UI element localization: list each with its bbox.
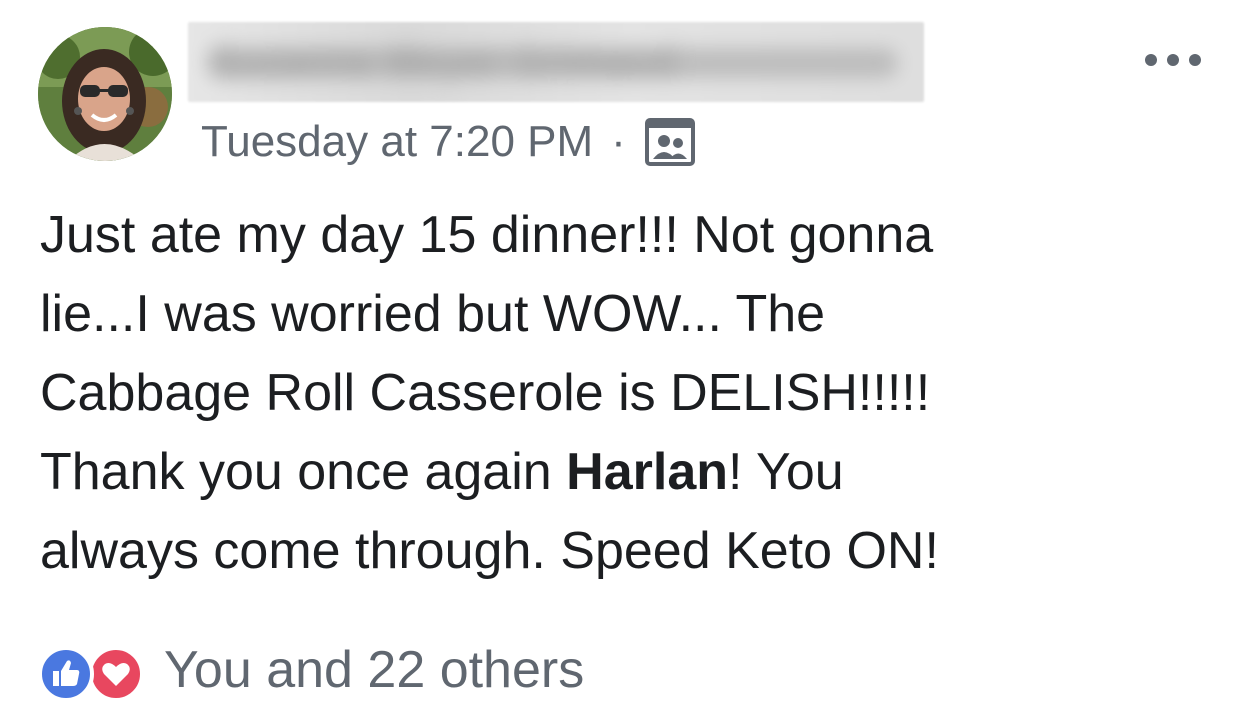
- more-options-icon: [1145, 54, 1157, 66]
- more-options-icon-dot: [1189, 54, 1201, 66]
- post-timestamp[interactable]: Tuesday at 7:20 PM: [201, 117, 593, 167]
- message-line: lie...I was worried but WOW... The: [40, 285, 826, 343]
- author-name-text: Suzanne Meyer Grimaud: [210, 40, 677, 84]
- author-avatar[interactable]: [38, 27, 172, 161]
- message-line: Cabbage Roll Casserole is DELISH!!!!!: [40, 364, 931, 422]
- message-text: ! You: [728, 443, 844, 501]
- avatar-photo: [38, 27, 172, 161]
- group-audience-icon[interactable]: [644, 117, 696, 167]
- meta-separator: ·: [611, 117, 626, 166]
- message-line: Thank you once again Harlan! You: [40, 433, 1210, 512]
- more-options-button[interactable]: [1145, 52, 1201, 68]
- more-options-icon-dot: [1167, 54, 1179, 66]
- reaction-icons: [38, 640, 150, 702]
- post-meta: Tuesday at 7:20 PM ·: [201, 112, 696, 172]
- facebook-post: Suzanne Meyer Grimaud Tuesday at 7:20 PM…: [0, 0, 1241, 725]
- reaction-summary-text[interactable]: You and 22 others: [164, 640, 584, 700]
- author-name[interactable]: Suzanne Meyer Grimaud: [188, 22, 924, 102]
- reactions-summary[interactable]: You and 22 others: [38, 640, 584, 702]
- message-line: always come through. Speed Keto ON!: [40, 522, 939, 580]
- message-text: Thank you once again: [40, 443, 567, 501]
- like-icon: [38, 646, 94, 702]
- post-message: Just ate my day 15 dinner!!! Not gonna l…: [40, 196, 1210, 591]
- message-line: Just ate my day 15 dinner!!! Not gonna: [40, 206, 934, 264]
- love-icon: [88, 646, 144, 702]
- mention-link[interactable]: Harlan: [566, 443, 728, 501]
